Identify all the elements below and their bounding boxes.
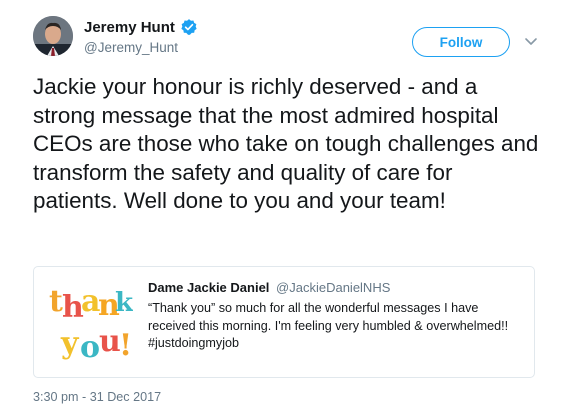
author-name-row[interactable]: Jeremy Hunt: [84, 18, 198, 36]
svg-text:k: k: [115, 288, 133, 318]
svg-text:y: y: [60, 326, 80, 361]
profile-photo: [33, 16, 73, 56]
svg-text:u: u: [99, 324, 121, 359]
tweet-text: Jackie your honour is richly deserved - …: [33, 74, 539, 214]
svg-text:o: o: [80, 330, 100, 363]
verified-badge-icon: [181, 19, 197, 35]
svg-text:!: !: [119, 328, 132, 363]
chevron-down-icon[interactable]: [522, 32, 540, 50]
quoted-tweet[interactable]: t h a n k y o u ! Dame Jackie Daniel @Ja…: [33, 266, 535, 378]
tweet-timestamp[interactable]: 3:30 pm - 31 Dec 2017: [33, 390, 161, 404]
author-display-name[interactable]: Jeremy Hunt: [84, 19, 175, 36]
svg-text:t: t: [49, 284, 63, 319]
avatar[interactable]: [33, 16, 73, 56]
quoted-tweet-header: Dame Jackie Daniel @JackieDanielNHS: [148, 280, 390, 295]
quoted-author-handle[interactable]: @JackieDanielNHS: [276, 280, 390, 295]
quoted-author-name[interactable]: Dame Jackie Daniel: [148, 280, 269, 295]
follow-button[interactable]: Follow: [412, 27, 510, 57]
thank-you-image[interactable]: t h a n k y o u !: [47, 281, 133, 363]
author-handle[interactable]: @Jeremy_Hunt: [84, 40, 178, 55]
quoted-tweet-text: “Thank you” so much for all the wonderfu…: [148, 301, 509, 350]
